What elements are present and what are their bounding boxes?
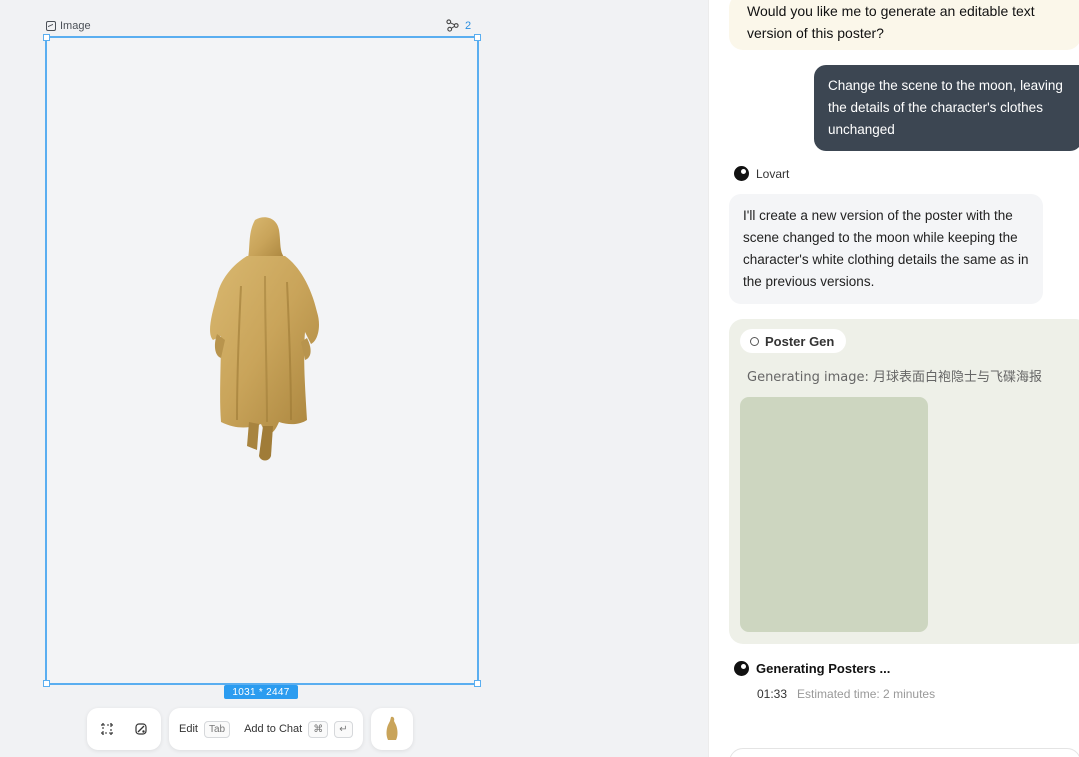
transform-tools (87, 708, 161, 750)
image-thumbnail-button[interactable] (370, 708, 413, 750)
lovart-avatar-icon (734, 166, 749, 181)
chat-input[interactable] (729, 748, 1079, 757)
magic-eraser-icon (135, 723, 147, 735)
edit-actions: Edit Tab Add to Chat ⌘ ↵ (169, 708, 363, 750)
linked-frames-indicator[interactable]: 2 (446, 19, 471, 32)
image-placeholder (740, 397, 928, 632)
image-icon (46, 21, 56, 31)
resize-handle-bottom-left[interactable] (43, 680, 50, 687)
lovart-avatar-icon (734, 661, 749, 676)
generating-image-text: Generating image: 月球表面白袍隐士与飞碟海报 (747, 370, 1042, 385)
edit-label: Edit (179, 723, 198, 735)
selected-image-frame[interactable] (43, 34, 481, 687)
resize-handle-top-left[interactable] (43, 34, 50, 41)
generation-timer: 01:33 Estimated time: 2 minutes (757, 687, 935, 701)
crop-icon (101, 723, 113, 735)
image-toolbar: Edit Tab Add to Chat ⌘ ↵ (87, 708, 413, 750)
link-count: 2 (465, 19, 472, 32)
generation-card: Poster Gen Generating image: 月球表面白袍隐士与飞碟… (729, 319, 1079, 644)
assistant-header: Lovart (734, 166, 789, 181)
frame-label-text: Image (60, 20, 91, 32)
command-key-icon: ⌘ (308, 720, 329, 738)
return-key-icon: ↵ (334, 720, 353, 738)
assistant-message: I'll create a new version of the poster … (729, 194, 1043, 304)
estimated-time: Estimated time: 2 minutes (797, 687, 936, 701)
chat-panel: Would you like me to generate an editabl… (708, 0, 1079, 757)
poster-gen-icon (750, 336, 759, 346)
dimensions-badge: 1031 * 2447 (224, 685, 298, 699)
assistant-name: Lovart (756, 166, 790, 181)
frame-label[interactable]: Image (46, 19, 91, 33)
generation-status: Generating Posters ... (734, 661, 890, 676)
link-nodes-icon (446, 19, 459, 32)
remove-background-button[interactable] (131, 719, 151, 739)
tool-pill[interactable]: Poster Gen (740, 329, 847, 353)
hooded-figure-image (210, 217, 319, 461)
elapsed-time: 01:33 (757, 687, 788, 701)
figure-thumbnail (386, 716, 398, 740)
assistant-message-previous: Would you like me to generate an editabl… (729, 0, 1079, 50)
add-to-chat-label: Add to Chat (244, 723, 303, 735)
resize-handle-bottom-right[interactable] (474, 680, 481, 687)
edit-shortcut: Tab (203, 720, 231, 738)
design-canvas[interactable]: Image 2 1031 * 2447 Edit Tab Add to Chat… (0, 0, 708, 757)
add-to-chat-button[interactable]: Add to Chat ⌘ ↵ (244, 720, 353, 738)
status-title: Generating Posters ... (756, 661, 891, 676)
user-message: Change the scene to the moon, leaving th… (814, 65, 1079, 151)
edit-button[interactable]: Edit Tab (179, 720, 231, 738)
tool-pill-label: Poster Gen (765, 333, 835, 349)
resize-handle-top-right[interactable] (474, 34, 481, 41)
crop-button[interactable] (97, 719, 117, 739)
